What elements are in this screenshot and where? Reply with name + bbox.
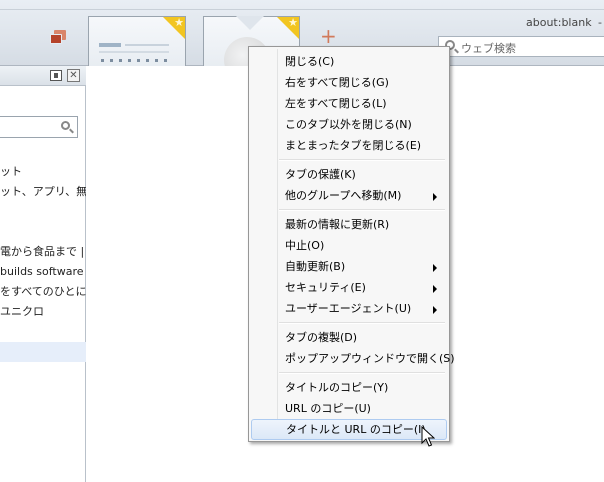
menu-separator (279, 159, 445, 161)
sidebar-header: ✕ (0, 66, 86, 86)
submenu-arrow-icon (433, 306, 437, 314)
menu-item-refresh[interactable]: 最新の情報に更新(R) (251, 214, 447, 235)
menu-item-protect-tab[interactable]: タブの保護(K) (251, 164, 447, 185)
close-icon[interactable]: ✕ (67, 69, 80, 82)
list-item[interactable]: 電から食品まで | (0, 242, 86, 262)
submenu-arrow-icon (433, 193, 437, 201)
search-icon (61, 121, 70, 130)
web-search-input[interactable]: ウェブ検索 (438, 36, 604, 57)
menu-item-close-grouped[interactable]: まとまったタブを閉じる(E) (251, 135, 447, 156)
menu-item-copy-title[interactable]: タイトルのコピー(Y) (251, 377, 447, 398)
menu-item-copy-title-url[interactable]: タイトルと URL のコピー(I) (251, 419, 447, 440)
search-placeholder: ウェブ検索 (461, 42, 516, 55)
menu-item-open-popup[interactable]: ポップアップウィンドウで開く(S) (251, 348, 455, 369)
submenu-arrow-icon (433, 264, 437, 272)
menu-item-close-others[interactable]: このタブ以外を閉じる(N) (251, 114, 447, 135)
active-tab-notch (236, 16, 264, 30)
list-item-selected[interactable] (0, 342, 86, 362)
tab-context-menu: 閉じる(C) 右をすべて閉じる(G) 左をすべて閉じる(L) このタブ以外を閉じ… (248, 46, 455, 442)
menu-item-user-agent[interactable]: ユーザーエージェント(U) (251, 298, 447, 319)
menu-item-auto-refresh[interactable]: 自動更新(B) (251, 256, 447, 277)
sidebar-panel: ✕ ット ット、アプリ、無料の 電から食品まで | builds softwar… (0, 66, 86, 482)
list-item[interactable]: ユニクロ (0, 302, 86, 322)
mouse-cursor-icon (421, 426, 435, 447)
menu-item-stop[interactable]: 中止(O) (251, 235, 447, 256)
star-icon: ★ (163, 17, 185, 39)
sidebar-search-input[interactable] (0, 116, 78, 138)
pin-icon[interactable] (50, 70, 62, 81)
menu-item-close-right[interactable]: 右をすべて閉じる(G) (251, 72, 447, 93)
toolbar-top-line (0, 9, 604, 10)
star-icon: ★ (277, 17, 299, 39)
menu-separator (279, 372, 445, 374)
new-tab-button[interactable]: + (320, 26, 337, 46)
submenu-arrow-icon (433, 285, 437, 293)
minimize-button[interactable]: - (598, 16, 602, 29)
list-item[interactable]: ット (0, 162, 86, 182)
menu-separator (279, 322, 445, 324)
menu-item-label: 他のグループへ移動(M) (285, 189, 402, 202)
list-item[interactable]: builds software (0, 262, 86, 282)
menu-item-close-left[interactable]: 左をすべて閉じる(L) (251, 93, 447, 114)
menu-item-copy-url[interactable]: URL のコピー(U) (251, 398, 447, 419)
tab-group-icon[interactable] (50, 30, 66, 44)
page-preview (99, 43, 169, 65)
list-item[interactable] (0, 202, 86, 222)
menu-item-label: 自動更新(B) (285, 260, 346, 273)
list-item[interactable]: ット、アプリ、無料の (0, 182, 86, 202)
menu-item-move-group[interactable]: 他のグループへ移動(M) (251, 185, 447, 206)
menu-item-security[interactable]: セキュリティ(E) (251, 277, 447, 298)
menu-item-label: ユーザーエージェント(U) (285, 302, 412, 315)
menu-item-close[interactable]: 閉じる(C) (251, 51, 447, 72)
menu-item-duplicate-tab[interactable]: タブの複製(D) (251, 327, 447, 348)
list-item[interactable]: をすべてのひとに。 (0, 282, 86, 302)
menu-item-label: セキュリティ(E) (285, 281, 366, 294)
menu-separator (279, 209, 445, 211)
address-text[interactable]: about:blank (526, 16, 592, 29)
tab-thumbnail-1[interactable]: ★ (88, 16, 186, 66)
